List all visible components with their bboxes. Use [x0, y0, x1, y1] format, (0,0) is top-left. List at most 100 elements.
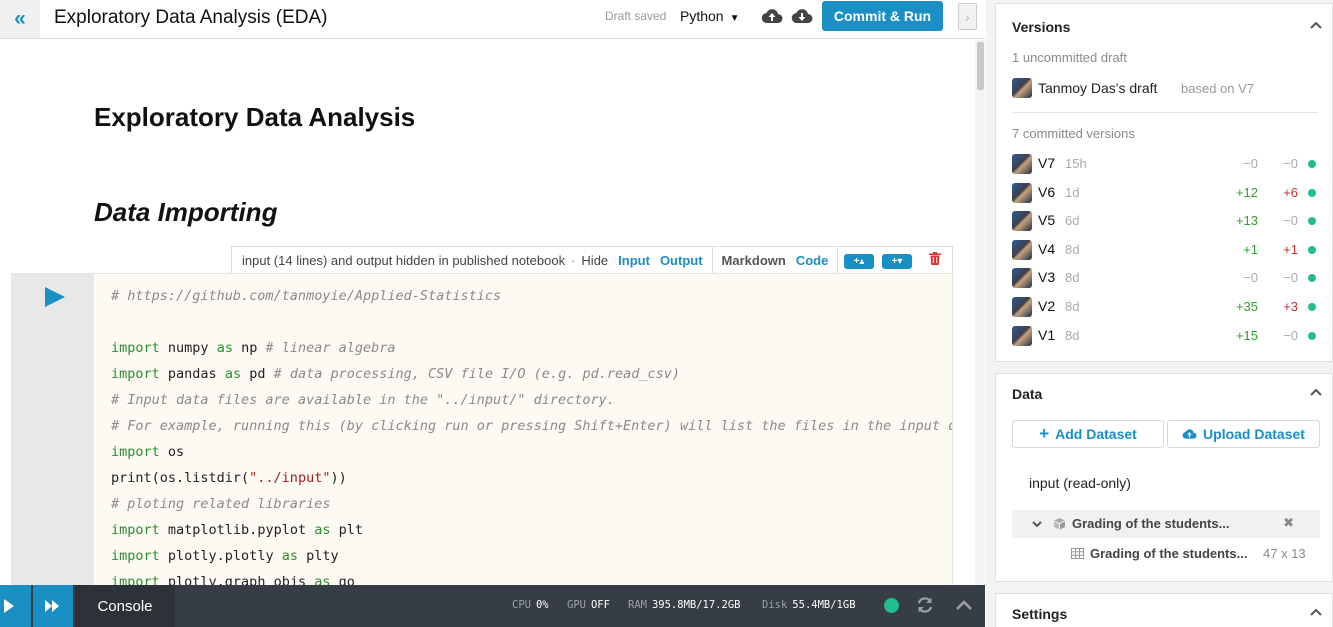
- delete-cell-icon[interactable]: [929, 252, 941, 265]
- lines-added: +35: [1235, 299, 1258, 314]
- hide-input-link[interactable]: Input: [618, 253, 650, 268]
- chevron-down-icon[interactable]: [1032, 521, 1042, 528]
- version-age: 8d: [1065, 242, 1080, 257]
- add-cell-above-button[interactable]: +▴: [844, 254, 874, 269]
- toolbar-divider: [837, 246, 839, 275]
- play-icon: [4, 599, 14, 613]
- session-status-indicator: [884, 598, 899, 613]
- disk-metric: Disk 55.4MB/1GB: [762, 599, 856, 611]
- version-age: 8d: [1065, 270, 1080, 285]
- cpu-metric: CPU 0%: [512, 599, 549, 611]
- code-line: import plotly.plotly as plty: [111, 548, 339, 564]
- chevron-up-icon[interactable]: [1310, 21, 1322, 29]
- draft-status: Draft saved: [605, 9, 667, 23]
- version-age: 8d: [1065, 299, 1080, 314]
- cell-gutter: [12, 274, 94, 585]
- gpu-metric: GPU OFF: [567, 599, 610, 611]
- dataset-name: Grading of the students...: [1072, 516, 1230, 531]
- caret-down-icon: ▼: [729, 13, 740, 24]
- version-name: V7: [1038, 155, 1056, 171]
- version-status-dot: [1308, 332, 1316, 340]
- plus-down-icon: +▾: [891, 256, 903, 267]
- double-chevron-left-icon: «: [14, 7, 26, 30]
- dataset-row[interactable]: Grading of the students... ✖: [1012, 510, 1320, 538]
- upload-dataset-button[interactable]: Upload Dataset: [1167, 420, 1320, 448]
- committed-label: 7 committed versions: [1012, 126, 1135, 141]
- notebook-title[interactable]: Exploratory Data Analysis (EDA): [54, 7, 328, 29]
- chevron-up-icon[interactable]: [1310, 388, 1322, 396]
- data-card: Data + Add Dataset Upload Dataset input (…: [995, 373, 1333, 582]
- version-age: 8d: [1065, 328, 1080, 343]
- version-row-v7[interactable]: V7 15h −0 −0: [1012, 152, 1318, 181]
- table-file-name: Grading of the students...: [1090, 546, 1248, 561]
- avatar: [1012, 268, 1032, 288]
- version-row-v3[interactable]: V3 8d −0 −0: [1012, 266, 1318, 295]
- chevron-up-icon[interactable]: [955, 597, 973, 613]
- package-icon: [1054, 518, 1065, 530]
- avatar: [1012, 183, 1032, 203]
- add-cell-below-button[interactable]: +▾: [882, 254, 912, 269]
- commit-run-button[interactable]: Commit & Run: [822, 1, 943, 31]
- run-button[interactable]: [0, 585, 31, 627]
- add-dataset-button[interactable]: + Add Dataset: [1012, 420, 1164, 448]
- console-tab[interactable]: Console: [75, 585, 175, 627]
- cell-code-editor[interactable]: # https://github.com/tanmoyie/Applied-St…: [94, 274, 952, 585]
- code-line: import numpy as np # linear algebra: [111, 340, 396, 356]
- hide-label: Hide: [581, 253, 609, 268]
- avatar: [1012, 154, 1032, 174]
- table-file-row[interactable]: Grading of the students... 47 x 13: [1012, 540, 1320, 568]
- lines-added: +13: [1235, 213, 1258, 228]
- chevron-up-icon[interactable]: [1310, 608, 1322, 616]
- editor-scrollbar-thumb[interactable]: [977, 42, 984, 90]
- avatar: [1012, 326, 1032, 346]
- toggle-panel-button[interactable]: ›: [958, 3, 977, 30]
- editor-scrollbar[interactable]: [975, 40, 985, 585]
- code-cell-type-button[interactable]: Code: [796, 253, 829, 268]
- version-status-dot: [1308, 246, 1316, 254]
- right-sidebar: Versions 1 uncommitted draft Tanmoy Das'…: [986, 0, 1333, 627]
- plus-icon: +: [1039, 424, 1050, 443]
- settings-title: Settings: [1012, 606, 1068, 622]
- version-row-v5[interactable]: V5 6d +13 −0: [1012, 209, 1318, 238]
- remove-dataset-icon[interactable]: ✖: [1283, 515, 1294, 531]
- code-line: # https://github.com/tanmoyie/Applied-St…: [111, 288, 502, 304]
- version-age: 1d: [1065, 185, 1080, 200]
- version-status-dot: [1308, 160, 1316, 168]
- version-name: V1: [1038, 327, 1056, 343]
- code-line: import pandas as pd # data processing, C…: [111, 366, 680, 382]
- lines-removed: −0: [1283, 213, 1298, 228]
- cloud-upload-icon[interactable]: [761, 7, 783, 25]
- code-line: import matplotlib.pyplot as plt: [111, 522, 363, 538]
- code-line: # ploting related libraries: [111, 496, 331, 512]
- hide-output-link[interactable]: Output: [660, 253, 703, 268]
- language-label: Python: [680, 8, 724, 24]
- version-status-dot: [1308, 189, 1316, 197]
- version-row-v2[interactable]: V2 8d +35 +3: [1012, 295, 1318, 324]
- draft-row[interactable]: Tanmoy Das's draft based on V7: [1012, 78, 1318, 102]
- version-row-v1[interactable]: V1 8d +15 −0: [1012, 324, 1318, 353]
- code-line: print(os.listdir("../input")): [111, 470, 347, 486]
- version-age: 6d: [1065, 213, 1080, 228]
- version-name: V5: [1038, 212, 1056, 228]
- version-row-v6[interactable]: V6 1d +12 +6: [1012, 181, 1318, 210]
- refresh-icon[interactable]: [915, 595, 935, 615]
- version-age: 15h: [1065, 156, 1087, 171]
- uncommitted-label: 1 uncommitted draft: [1012, 50, 1127, 65]
- table-icon: [1071, 548, 1084, 559]
- code-cell[interactable]: # https://github.com/tanmoyie/Applied-St…: [11, 273, 953, 585]
- collapse-sidebar-button[interactable]: «: [0, 0, 40, 38]
- version-row-v4[interactable]: V4 8d +1 +1: [1012, 238, 1318, 267]
- run-cell-icon[interactable]: [45, 287, 65, 307]
- cloud-download-icon[interactable]: [791, 7, 813, 25]
- input-readonly-label: input (read-only): [1029, 475, 1131, 491]
- lines-removed: −0: [1283, 270, 1298, 285]
- draft-based-on: based on V7: [1181, 81, 1255, 96]
- markdown-cell-type-button[interactable]: Markdown: [722, 253, 786, 268]
- divider: [1012, 112, 1318, 113]
- language-select[interactable]: Python ▼: [680, 8, 740, 24]
- versions-card: Versions 1 uncommitted draft Tanmoy Das'…: [995, 3, 1333, 362]
- run-all-button[interactable]: [33, 585, 73, 627]
- notebook-editor: Exploratory Data Analysis Data Importing…: [0, 40, 975, 585]
- lines-added: +1: [1243, 242, 1258, 257]
- fast-forward-icon: [45, 600, 59, 612]
